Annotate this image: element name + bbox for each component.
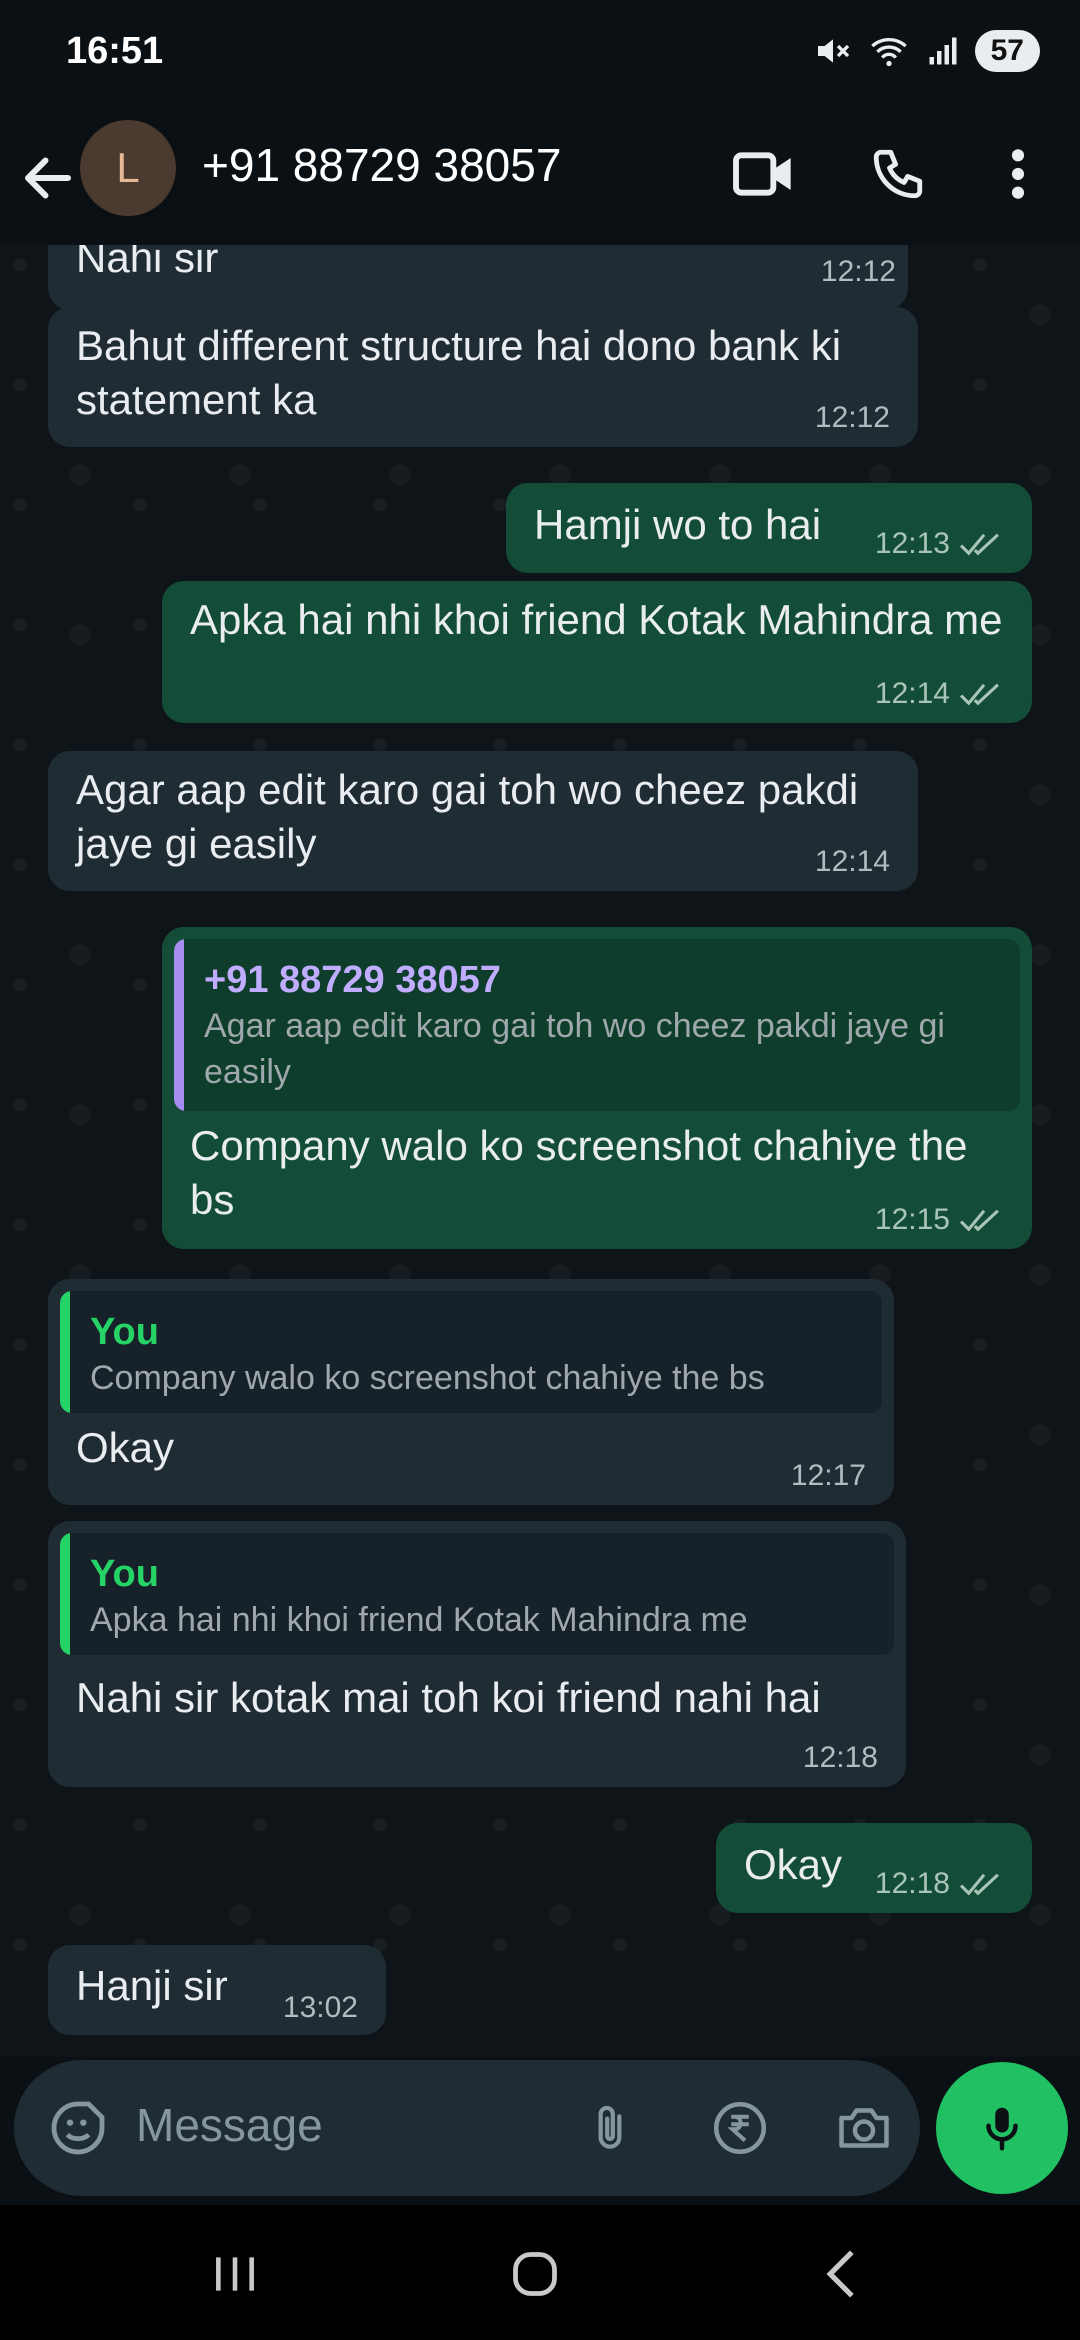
message-incoming-reply[interactable]: You Company walo ko screenshot chahiye t… — [48, 1279, 894, 1505]
message-text: Bahut different structure hai dono bank … — [76, 322, 842, 423]
more-options-button[interactable] — [978, 134, 1058, 214]
status-bar: 16:51 57 — [0, 0, 1080, 110]
attach-button[interactable] — [572, 2090, 648, 2166]
message-outgoing[interactable]: Okay 12:18 — [716, 1823, 1032, 1913]
message-time: 12:12 — [814, 401, 890, 434]
signal-icon — [929, 37, 957, 65]
double-check-icon — [959, 1873, 999, 1896]
battery-indicator: 57 — [974, 30, 1040, 72]
message-text: Agar aap edit karo gai toh wo cheez pakd… — [76, 766, 859, 867]
quoted-author: You — [90, 1311, 159, 1353]
message-time: 12:18 — [874, 1867, 950, 1900]
message-time: 12:12 — [820, 255, 896, 288]
message-time: 12:14 — [874, 677, 950, 710]
quoted-message[interactable]: You Company walo ko screenshot chahiye t… — [60, 1291, 882, 1413]
message-time: 12:17 — [790, 1459, 866, 1492]
chat-area[interactable]: Nahi sir 12:12 Bahut different structure… — [0, 245, 1080, 2057]
recent-apps-icon — [216, 2257, 254, 2291]
chevron-left-icon — [826, 2250, 854, 2298]
chat-header: L +91 88729 38057 — [0, 110, 1080, 245]
quoted-text: Company walo ko screenshot chahiye the b… — [90, 1359, 765, 1397]
status-time: 16:51 — [66, 30, 164, 72]
quoted-author: +91 88729 38057 — [204, 959, 501, 1001]
message-incoming[interactable]: Hanji sir 13:02 — [48, 1945, 386, 2035]
video-call-button[interactable] — [724, 134, 804, 214]
video-camera-icon — [733, 152, 791, 196]
message-time: 13:02 — [282, 1991, 358, 2024]
emoji-button[interactable] — [40, 2090, 116, 2166]
message-time: 12:18 — [802, 1741, 878, 1774]
payment-button[interactable] — [702, 2090, 778, 2166]
double-check-icon — [959, 683, 999, 706]
rupee-icon — [714, 2102, 766, 2154]
double-check-icon — [959, 1209, 999, 1232]
quoted-message[interactable]: You Apka hai nhi khoi friend Kotak Mahin… — [60, 1533, 894, 1655]
system-navigation-bar — [0, 2205, 1080, 2340]
back-nav-button[interactable] — [796, 2237, 886, 2311]
camera-icon — [839, 2108, 889, 2148]
home-button[interactable] — [490, 2237, 580, 2311]
sticker-icon — [51, 2101, 105, 2155]
message-incoming[interactable]: Bahut different structure hai dono bank … — [48, 307, 918, 447]
home-icon — [513, 2252, 557, 2296]
message-composer: Message — [14, 2060, 920, 2196]
message-incoming[interactable]: Agar aap edit karo gai toh wo cheez pakd… — [48, 751, 918, 891]
message-text: Apka hai nhi khoi friend Kotak Mahindra … — [190, 596, 1003, 643]
arrow-left-icon — [25, 157, 71, 199]
message-text: Nahi sir kotak mai toh koi friend nahi h… — [76, 1674, 821, 1721]
wifi-icon — [870, 38, 907, 67]
quoted-message[interactable]: +91 88729 38057 Agar aap edit karo gai t… — [174, 939, 1020, 1111]
phone-icon — [873, 149, 923, 199]
contact-name[interactable]: +91 88729 38057 — [202, 138, 561, 192]
microphone-icon — [986, 2107, 1018, 2151]
quoted-text: Agar aap edit karo gai toh wo cheez pakd… — [204, 1007, 945, 1091]
camera-button[interactable] — [826, 2090, 902, 2166]
message-incoming-reply[interactable]: You Apka hai nhi khoi friend Kotak Mahin… — [48, 1521, 906, 1787]
quoted-text: Apka hai nhi khoi friend Kotak Mahindra … — [90, 1601, 748, 1639]
recent-apps-button[interactable] — [190, 2237, 280, 2311]
more-vertical-icon — [1011, 149, 1025, 199]
voice-record-button[interactable] — [936, 2062, 1068, 2194]
message-input[interactable]: Message — [136, 2098, 323, 2152]
message-outgoing[interactable]: Hamji wo to hai 12:13 — [506, 483, 1032, 573]
message-text: Okay — [76, 1424, 175, 1471]
message-outgoing-reply[interactable]: +91 88729 38057 Agar aap edit karo gai t… — [162, 927, 1032, 1249]
status-icons: 57 — [813, 30, 1040, 72]
message-outgoing[interactable]: Apka hai nhi khoi friend Kotak Mahindra … — [162, 581, 1032, 723]
back-button[interactable] — [18, 144, 78, 212]
message-time: 12:15 — [874, 1203, 950, 1236]
message-time: 12:13 — [874, 527, 950, 560]
message-time: 12:14 — [814, 845, 890, 878]
voice-call-button[interactable] — [858, 134, 938, 214]
avatar[interactable]: L — [80, 120, 176, 216]
quoted-author: You — [90, 1553, 159, 1595]
mute-icon — [817, 39, 849, 63]
double-check-icon — [959, 533, 999, 556]
message-text: Nahi sir — [76, 245, 219, 281]
paperclip-icon — [598, 2105, 622, 2149]
